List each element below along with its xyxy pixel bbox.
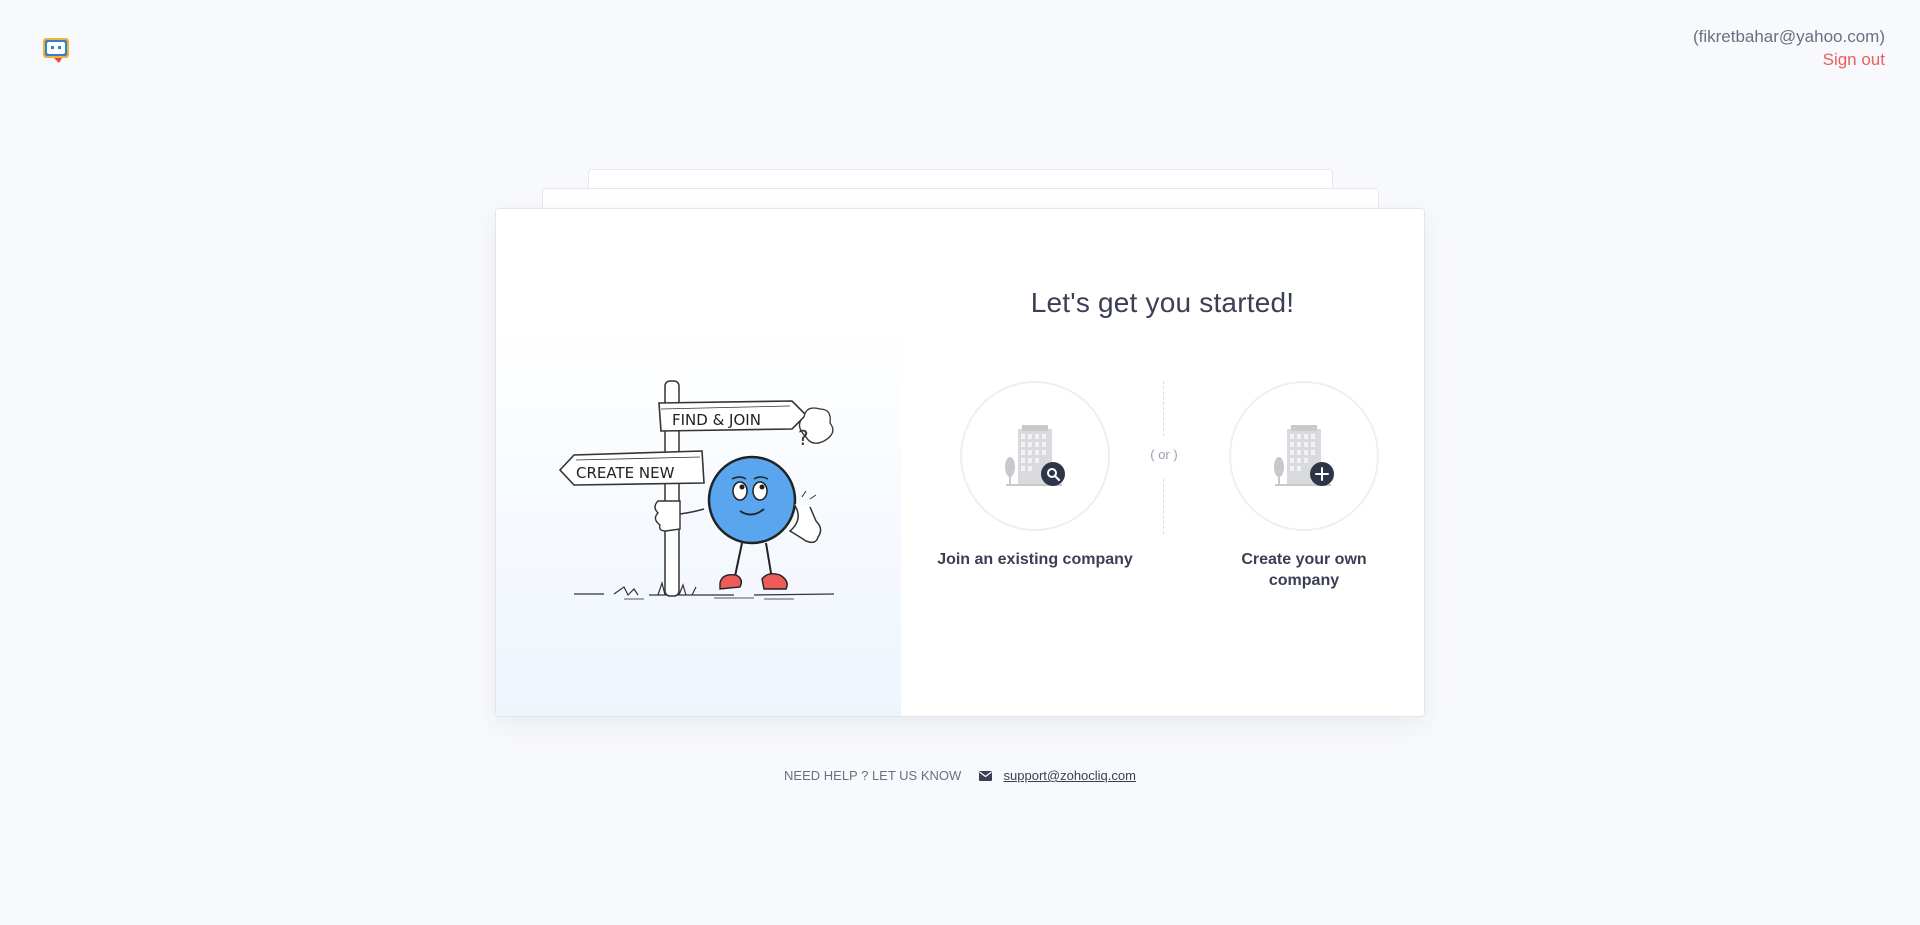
- join-company-button[interactable]: [960, 381, 1110, 531]
- help-text: NEED HELP ? LET US KNOW: [784, 768, 962, 783]
- mail-icon: [978, 769, 992, 784]
- account-info: (fikretbahar@yahoo.com) Sign out: [1693, 25, 1885, 71]
- sign-find-join: FIND & JOIN: [672, 411, 761, 429]
- page-title: Let's get you started!: [1030, 287, 1295, 318]
- start-options-panel: Let's get you started! Join an existing …: [901, 209, 1424, 716]
- support-email-link[interactable]: support@zohocliq.com: [1004, 768, 1136, 783]
- building-add-icon: [1274, 425, 1334, 486]
- create-company-label[interactable]: Create your own company: [1204, 549, 1404, 591]
- sign-out-link[interactable]: Sign out: [1693, 48, 1885, 71]
- sign-create-new: CREATE NEW: [576, 464, 675, 482]
- account-email: (fikretbahar@yahoo.com): [1692, 27, 1885, 46]
- illustration-panel: FIND & JOIN CREATE NEW ?: [496, 209, 901, 716]
- create-company-option[interactable]: Create your own company: [1204, 381, 1404, 591]
- cliq-logo-icon[interactable]: [42, 36, 72, 64]
- join-company-option[interactable]: Join an existing company: [935, 381, 1135, 570]
- create-company-button[interactable]: [1229, 381, 1379, 531]
- svg-text:?: ?: [798, 426, 809, 450]
- onboarding-card: FIND & JOIN CREATE NEW ? Let's get you s…: [495, 208, 1425, 717]
- signpost-character-illustration: FIND & JOIN CREATE NEW ?: [558, 380, 835, 600]
- join-company-label[interactable]: Join an existing company: [935, 549, 1135, 570]
- or-text: ( or ): [1150, 447, 1178, 462]
- building-search-icon: [1005, 425, 1065, 486]
- or-divider: ( or ): [1150, 381, 1178, 534]
- help-footer: NEED HELP ? LET US KNOW support@zohocliq…: [0, 768, 1920, 784]
